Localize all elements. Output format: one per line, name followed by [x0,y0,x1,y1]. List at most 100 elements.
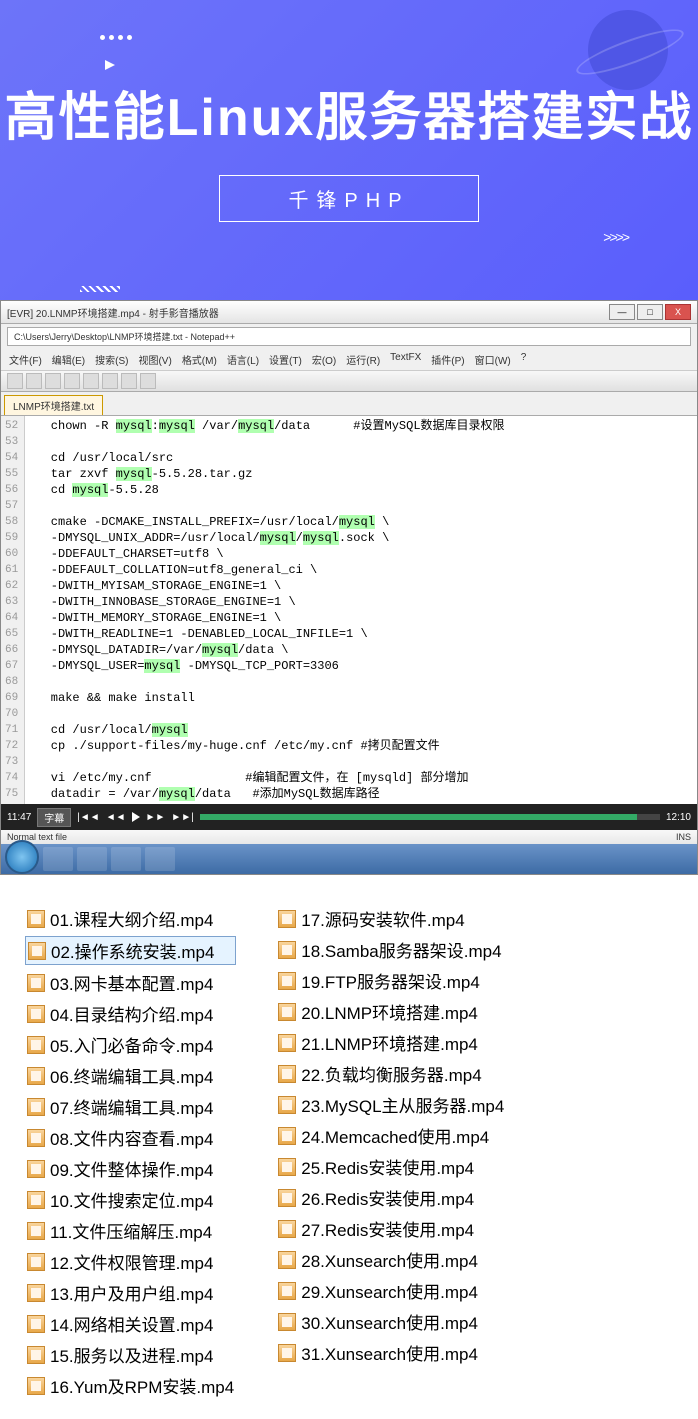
video-file-icon [27,1377,45,1395]
taskbar-app-icon[interactable] [111,847,141,871]
video-file-item[interactable]: 02.操作系统安装.mp4 [25,936,236,965]
forward-icon[interactable]: ►► [146,812,166,823]
prev-track-icon[interactable]: |◄◄ [77,812,99,823]
video-file-item[interactable]: 29.Xunsearch使用.mp4 [276,1277,506,1304]
tool-save-icon[interactable] [45,373,61,389]
video-file-item[interactable]: 20.LNMP环境搭建.mp4 [276,998,506,1025]
video-file-item[interactable]: 07.终端编辑工具.mp4 [25,1093,236,1120]
video-file-item[interactable]: 06.终端编辑工具.mp4 [25,1062,236,1089]
editor-status-bar: Normal text file INS [1,830,697,844]
tool-copy-icon[interactable] [83,373,99,389]
next-track-icon[interactable]: ►►| [171,812,193,823]
rewind-icon[interactable]: ◄◄ [106,812,126,823]
video-file-item[interactable]: 14.网络相关设置.mp4 [25,1310,236,1337]
file-name-label: 12.文件权限管理.mp4 [50,1249,213,1274]
window-minimize-button[interactable]: — [609,304,635,320]
playback-total-time: 12:10 [666,812,691,823]
line-number-gutter: 5253545556575859606162636465666768697071… [1,416,25,804]
video-file-item[interactable]: 17.源码安装软件.mp4 [276,905,506,932]
video-file-item[interactable]: 27.Redis安装使用.mp4 [276,1215,506,1242]
video-file-item[interactable]: 03.网卡基本配置.mp4 [25,969,236,996]
video-file-item[interactable]: 24.Memcached使用.mp4 [276,1122,506,1149]
video-file-item[interactable]: 15.服务以及进程.mp4 [25,1341,236,1368]
course-title: 高性能Linux服务器搭建实战 [0,0,698,150]
tool-redo-icon[interactable] [140,373,156,389]
menu-item[interactable]: 宏(O) [312,352,336,367]
menu-item[interactable]: TextFX [390,352,421,367]
video-file-icon [278,972,296,990]
file-name-label: 24.Memcached使用.mp4 [301,1123,489,1148]
code-editor-area[interactable]: 5253545556575859606162636465666768697071… [1,415,697,804]
tool-paste-icon[interactable] [102,373,118,389]
file-name-label: 02.操作系统安装.mp4 [51,938,214,963]
video-file-icon [278,1065,296,1083]
tool-cut-icon[interactable] [64,373,80,389]
course-banner: 高性能Linux服务器搭建实战 千锋PHP >>>> [0,0,698,300]
taskbar-app-icon[interactable] [145,847,175,871]
menu-item[interactable]: 语言(L) [227,352,259,367]
file-column-1: 01.课程大纲介绍.mp4 02.操作系统安装.mp4 03.网卡基本配置.mp4 0… [25,905,236,1399]
tool-undo-icon[interactable] [121,373,137,389]
file-name-label: 11.文件压缩解压.mp4 [50,1218,212,1243]
editor-file-tab[interactable]: LNMP环境搭建.txt [4,395,103,415]
video-file-item[interactable]: 23.MySQL主从服务器.mp4 [276,1091,506,1118]
video-file-item[interactable]: 09.文件整体操作.mp4 [25,1155,236,1182]
video-file-icon [278,910,296,928]
menu-item[interactable]: 窗口(W) [475,352,511,367]
tool-open-icon[interactable] [26,373,42,389]
decoration-stripes-icon [80,286,120,292]
windows-taskbar [1,844,697,874]
video-file-item[interactable]: 01.课程大纲介绍.mp4 [25,905,236,932]
start-button-icon[interactable] [5,840,39,874]
taskbar-app-icon[interactable] [43,847,73,871]
taskbar-app-icon[interactable] [77,847,107,871]
menu-item[interactable]: 编辑(E) [52,352,85,367]
video-file-icon [27,1067,45,1085]
menu-item[interactable]: 运行(R) [346,352,380,367]
file-name-label: 17.源码安装软件.mp4 [301,906,464,931]
video-file-icon [27,1036,45,1054]
media-player-window: [EVR] 20.LNMP环境搭建.mp4 - 射手影音播放器 — □ X C:… [0,300,698,875]
video-file-icon [27,1005,45,1023]
menu-item[interactable]: 格式(M) [182,352,217,367]
tool-new-icon[interactable] [7,373,23,389]
play-button-icon[interactable] [132,812,140,822]
video-file-item[interactable]: 22.负载均衡服务器.mp4 [276,1060,506,1087]
video-file-item[interactable]: 10.文件搜索定位.mp4 [25,1186,236,1213]
video-file-item[interactable]: 19.FTP服务器架设.mp4 [276,967,506,994]
video-file-item[interactable]: 18.Samba服务器架设.mp4 [276,936,506,963]
video-file-icon [27,910,45,928]
menu-bar: 文件(F) 编辑(E) 搜索(S) 视图(V) 格式(M) 语言(L) 设置(T) 宏(O) 运… [1,349,697,370]
file-name-label: 08.文件内容查看.mp4 [50,1125,213,1150]
menu-item[interactable]: 设置(T) [269,352,302,367]
code-content[interactable]: chown -R mysql:mysql /var/mysql/data #设置… [25,416,697,804]
video-file-item[interactable]: 25.Redis安装使用.mp4 [276,1153,506,1180]
video-file-item[interactable]: 08.文件内容查看.mp4 [25,1124,236,1151]
menu-item[interactable]: 插件(P) [431,352,464,367]
window-maximize-button[interactable]: □ [637,304,663,320]
video-file-item[interactable]: 26.Redis安装使用.mp4 [276,1184,506,1211]
menu-item[interactable]: 文件(F) [9,352,42,367]
window-close-button[interactable]: X [665,304,691,320]
video-file-item[interactable]: 31.Xunsearch使用.mp4 [276,1339,506,1366]
video-file-item[interactable]: 21.LNMP环境搭建.mp4 [276,1029,506,1056]
video-file-item[interactable]: 12.文件权限管理.mp4 [25,1248,236,1275]
menu-item[interactable]: 搜索(S) [95,352,128,367]
video-file-icon [278,1003,296,1021]
file-name-label: 29.Xunsearch使用.mp4 [301,1278,478,1303]
menu-item[interactable]: ? [521,352,527,367]
video-file-item[interactable]: 04.目录结构介绍.mp4 [25,1000,236,1027]
playback-progress-bar[interactable] [200,814,660,820]
file-name-label: 14.网络相关设置.mp4 [50,1311,213,1336]
player-title-bar[interactable]: [EVR] 20.LNMP环境搭建.mp4 - 射手影音播放器 — □ X [1,301,697,324]
video-file-item[interactable]: 28.Xunsearch使用.mp4 [276,1246,506,1273]
video-file-item[interactable]: 30.Xunsearch使用.mp4 [276,1308,506,1335]
video-file-item[interactable]: 16.Yum及RPM安装.mp4 [25,1372,236,1399]
video-file-item[interactable]: 05.入门必备命令.mp4 [25,1031,236,1058]
video-file-item[interactable]: 11.文件压缩解压.mp4 [25,1217,236,1244]
decoration-dots [100,35,132,40]
menu-item[interactable]: 视图(V) [138,352,171,367]
subtitle-button[interactable]: 字幕 [37,808,71,827]
video-file-item[interactable]: 13.用户及用户组.mp4 [25,1279,236,1306]
file-name-label: 27.Redis安装使用.mp4 [301,1216,474,1241]
